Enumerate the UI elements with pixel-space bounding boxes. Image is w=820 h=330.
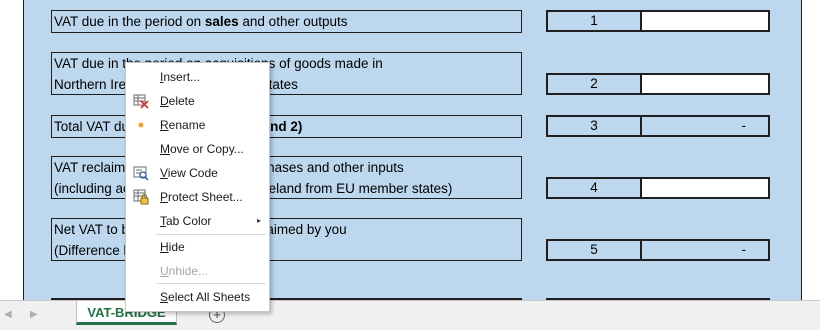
box-number-3[interactable]: 3 xyxy=(546,115,641,137)
view-code-icon xyxy=(133,165,149,181)
menu-item-rename[interactable]: Rename xyxy=(160,115,205,135)
menu-separator xyxy=(156,283,266,284)
row-3-description: Total VAT due (the sum of boxes 1 and 2) xyxy=(51,115,522,138)
box-value-1[interactable] xyxy=(640,10,770,32)
dot-icon xyxy=(133,117,149,133)
sheet-tab-context-menu: Insert... Delete Rename Move or Copy... xyxy=(125,62,270,312)
scroll-tabs-left-icon[interactable]: ◀ xyxy=(4,309,12,320)
menu-item-hide[interactable]: Hide xyxy=(160,237,185,257)
box-number-4[interactable]: 4 xyxy=(546,177,641,199)
scroll-tabs-right-icon[interactable]: ▶ xyxy=(30,309,38,320)
row-5-description: Net VAT to be paid to HMRC or reclaimed … xyxy=(51,218,522,261)
box-value-2[interactable] xyxy=(640,73,770,95)
box-number-1[interactable]: 1 xyxy=(546,10,641,32)
menu-item-unhide: Unhide... xyxy=(160,264,209,278)
box-value-5[interactable]: - xyxy=(640,239,770,261)
worksheet: VAT due in the period on sales and other… xyxy=(0,0,820,300)
box-number-5[interactable]: 5 xyxy=(546,239,641,261)
sheet-tab-bar: ◀ ▶ VAT-BRIDGE + xyxy=(0,300,820,330)
menu-item-protect-sheet[interactable]: Protect Sheet... xyxy=(160,187,243,207)
submenu-arrow-icon: ▸ xyxy=(256,216,261,225)
box-number-2[interactable]: 2 xyxy=(546,73,641,95)
row-2-description: VAT due in the period on acquisitions of… xyxy=(51,52,522,95)
menu-item-delete[interactable]: Delete xyxy=(160,91,195,111)
delete-sheet-icon xyxy=(133,93,149,109)
menu-separator xyxy=(156,234,266,235)
row-1-description: VAT due in the period on sales and other… xyxy=(51,10,522,33)
menu-item-move-or-copy[interactable]: Move or Copy... xyxy=(160,139,244,159)
row-4-description: VAT reclaimed in the period on purchases… xyxy=(51,156,522,199)
menu-item-insert[interactable]: Insert... xyxy=(160,67,200,87)
menu-item-view-code[interactable]: View Code xyxy=(160,163,218,183)
box-value-3[interactable]: - xyxy=(640,115,770,137)
row-1-line-1: VAT due in the period on sales and other… xyxy=(54,14,348,29)
protect-sheet-icon xyxy=(133,189,149,205)
menu-item-select-all-sheets[interactable]: Select All Sheets xyxy=(160,287,250,307)
box-value-4[interactable] xyxy=(640,177,770,199)
menu-item-tab-color[interactable]: Tab Color xyxy=(160,211,264,231)
